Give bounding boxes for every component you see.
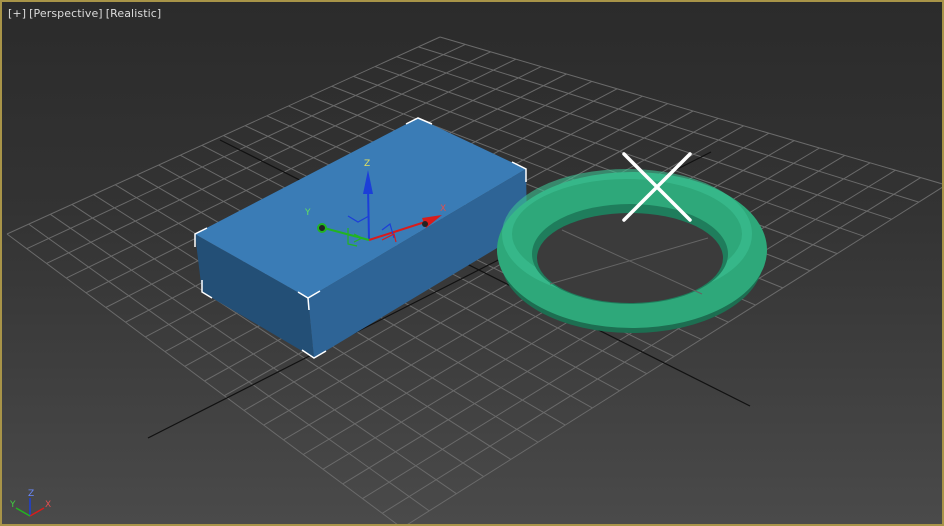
gizmo-y-label: Y: [304, 208, 311, 218]
torus-hole: [537, 213, 723, 303]
gizmo-z-axis: [367, 186, 370, 241]
gizmo-x-handle: [422, 221, 428, 227]
viewport-label-menu: [+] [Perspective] [Realistic]: [8, 7, 161, 20]
home-grid: [6, 36, 942, 524]
torus-object[interactable]: [497, 152, 767, 333]
gizmo-y-handle: [317, 223, 327, 233]
perspective-viewport[interactable]: Z X Y Z Y X [+] [Perspective] [Realistic…: [0, 0, 944, 526]
tripod-x-label: X: [45, 500, 51, 510]
gizmo-z-label: Z: [364, 159, 370, 169]
view-axis-tripod: Z Y X: [9, 489, 51, 517]
viewport-view-label[interactable]: [Perspective]: [29, 7, 103, 20]
tripod-z-label: Z: [28, 489, 34, 499]
tripod-y-label: Y: [9, 500, 16, 510]
viewport-shading-label[interactable]: [Realistic]: [106, 7, 162, 20]
scene-canvas: Z X Y Z Y X: [6, 36, 942, 524]
gizmo-x-label: X: [440, 204, 446, 214]
viewport-menu-plus[interactable]: [+]: [8, 7, 26, 20]
